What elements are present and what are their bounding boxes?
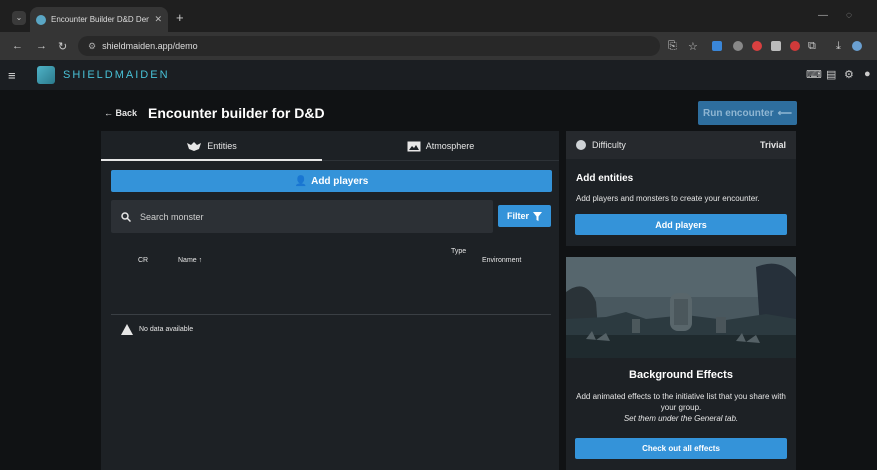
page-title: Encounter builder for D&D [148, 105, 325, 121]
extension-icon[interactable] [752, 41, 762, 51]
search-monster-input[interactable] [140, 211, 440, 222]
browser-tab-strip: ⌄ Encounter Builder D&D Demo | ✕ + — ◌ [0, 0, 877, 32]
image-icon [407, 141, 421, 151]
column-header-type[interactable]: Type [451, 248, 466, 255]
main-content: ← Back Encounter builder for D&D Run enc… [0, 90, 877, 470]
graveyard-scene-image [566, 257, 796, 358]
add-players-button[interactable]: 👤 Add players [111, 170, 552, 192]
extensions-puzzle-icon[interactable]: ⧉ [808, 40, 816, 53]
table-header-divider [111, 314, 551, 315]
minimize-icon[interactable]: — [818, 10, 828, 21]
add-entities-text: Add players and monsters to create your … [576, 194, 760, 203]
filter-funnel-icon [533, 211, 542, 221]
filter-label: Filter [506, 211, 529, 221]
back-button[interactable]: ← Back [104, 108, 137, 118]
reload-icon[interactable]: ↻ [58, 40, 67, 53]
address-bar[interactable]: ⚙ shieldmaiden.app/demo [78, 36, 660, 56]
difficulty-value: Trivial [759, 140, 786, 150]
shieldmaiden-logo-icon[interactable] [37, 66, 55, 84]
settings-icon[interactable]: ⚙ [844, 68, 854, 81]
entities-panel: Entities Atmosphere 👤 Add players Search… [101, 131, 559, 470]
brand-name[interactable]: SHIELDMAIDEN [63, 69, 170, 81]
profile-avatar-icon[interactable] [852, 41, 862, 51]
browser-toolbar: ← → ↻ ⚙ shieldmaiden.app/demo ⎘ ☆ ⧉ ⤓ [0, 32, 877, 60]
background-effects-description: Add animated effects to the initiative l… [576, 391, 786, 424]
tab-bar: Entities Atmosphere [101, 131, 559, 161]
keyboard-icon[interactable]: ⌨ [806, 68, 822, 81]
warning-icon [121, 324, 133, 335]
graveyard-illustration [566, 257, 796, 358]
extension-icon[interactable] [712, 41, 722, 51]
filter-button[interactable]: Filter [498, 205, 551, 227]
back-arrow-icon: ← [104, 108, 116, 118]
extension-icon[interactable] [771, 41, 781, 51]
new-tab-button[interactable]: + [176, 10, 184, 25]
empty-table-message: No data available [121, 324, 193, 335]
extension-icon[interactable] [733, 41, 743, 51]
difficulty-card: Difficulty Trivial Add entities Add play… [566, 131, 796, 246]
tab-entities-label: Entities [207, 141, 237, 151]
search-icon [121, 211, 131, 222]
column-header-name[interactable]: Name ↑ [178, 257, 202, 264]
add-players-card-button[interactable]: Add players [575, 214, 787, 235]
install-app-icon[interactable]: ⎘ [668, 40, 677, 53]
account-icon[interactable]: ● [864, 68, 871, 80]
tab-search-dropdown-icon[interactable]: ⌄ [12, 11, 26, 25]
run-encounter-button[interactable]: Run encounter ⟵ [698, 101, 797, 125]
url-text: shieldmaiden.app/demo [102, 41, 198, 51]
forward-arrow-icon[interactable]: → [36, 40, 47, 52]
tab-atmosphere[interactable]: Atmosphere [322, 131, 559, 161]
background-effects-card: Background Effects Add animated effects … [566, 257, 796, 470]
column-name-label: Name [178, 257, 197, 264]
tab-atmosphere-label: Atmosphere [425, 141, 475, 151]
bookmark-star-icon[interactable]: ☆ [688, 40, 698, 53]
download-icon[interactable]: ⤓ [836, 40, 841, 53]
tab-close-icon[interactable]: ✕ [154, 14, 162, 25]
extension-icon[interactable] [790, 41, 800, 51]
column-header-cr[interactable]: CR [138, 257, 148, 264]
add-players-label: Add players [311, 175, 369, 187]
back-label: Back [115, 108, 138, 118]
background-effects-title: Background Effects [629, 369, 733, 381]
search-monster-field[interactable] [111, 200, 493, 233]
info-icon [576, 140, 586, 150]
difficulty-label: Difficulty [592, 140, 626, 150]
document-icon[interactable]: ▤ [826, 68, 836, 81]
no-data-text: No data available [139, 326, 194, 333]
column-header-environment[interactable]: Environment [482, 257, 521, 264]
browser-tab[interactable]: Encounter Builder D&D Demo | ✕ [30, 7, 168, 32]
check-out-effects-button[interactable]: Check out all effects [575, 438, 787, 459]
difficulty-header: Difficulty Trivial [566, 131, 796, 159]
favicon-icon [36, 14, 46, 25]
tab-entities[interactable]: Entities [101, 131, 322, 161]
add-user-icon: 👤 [294, 175, 308, 187]
add-entities-title: Add entities [576, 173, 634, 184]
back-arrow-icon[interactable]: ← [12, 40, 23, 52]
run-arrow-icon: ⟵ [777, 107, 792, 119]
active-tab-indicator [101, 159, 322, 161]
run-encounter-label: Run encounter [703, 107, 774, 119]
menu-icon[interactable]: ≡ [8, 68, 16, 83]
restore-icon[interactable]: ◌ [846, 10, 852, 21]
browser-tab-title: Encounter Builder D&D Demo | [51, 15, 149, 24]
app-bar: ≡ SHIELDMAIDEN ⌨ ▤ ⚙ ● [0, 60, 877, 90]
monster-icon [187, 141, 202, 151]
effects-note: Set them under the General tab. [623, 414, 739, 423]
effects-text: Add animated effects to the initiative l… [576, 392, 786, 412]
sort-arrow-up-icon: ↑ [198, 257, 203, 264]
site-info-icon[interactable]: ⚙ [88, 41, 96, 52]
